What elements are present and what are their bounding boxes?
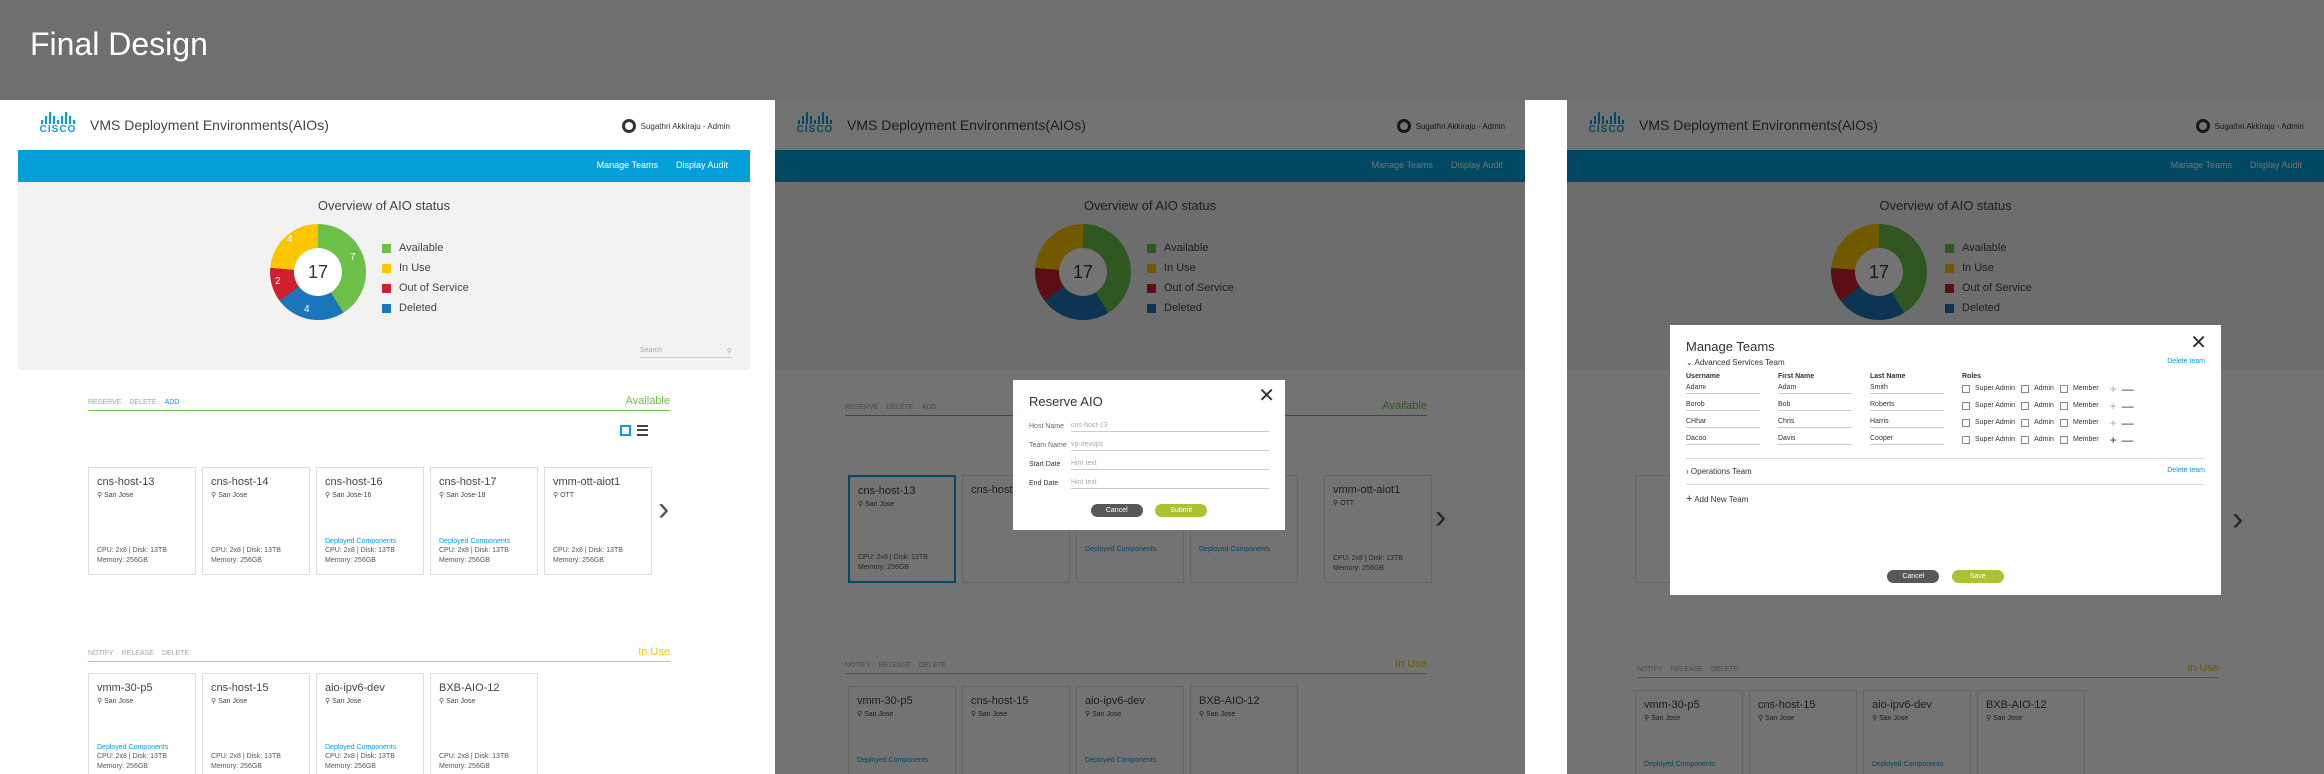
aio-card[interactable]: BXB-AIO-12 ⚲ San Jose CPU: 2x8 | Disk: 13T…	[430, 673, 538, 774]
search-icon[interactable]: ⚲	[727, 347, 732, 355]
aio-overview: Overview of AIO status 7 4 2 4 17 Availa…	[18, 182, 750, 370]
legend-deleted: Deleted	[382, 298, 469, 318]
role-member-checkbox[interactable]: Member	[2059, 401, 2099, 410]
grid-view-icon[interactable]	[620, 425, 631, 436]
plus-icon[interactable]: +	[2110, 416, 2117, 430]
add-new-team-button[interactable]: + Add New Team	[1686, 484, 2205, 505]
plus-icon[interactable]: +	[2110, 382, 2117, 396]
aio-card[interactable]: vmm-30-p5 ⚲ San Jose Deployed Components CP…	[88, 673, 196, 774]
tab-delete[interactable]: DELETE	[162, 650, 189, 657]
plus-icon[interactable]: +	[2110, 433, 2117, 447]
slice-in-use-count: 4	[287, 234, 293, 245]
role-admin-checkbox[interactable]: Admin	[2021, 401, 2054, 410]
in-use-section-header: NOTIFY RELEASE DELETE In Use	[88, 646, 670, 662]
nav-bar: Manage Teams Display Audit	[18, 150, 750, 182]
available-status-label: Available	[625, 395, 670, 407]
role-admin-checkbox[interactable]: Admin	[2021, 418, 2054, 427]
delete-team-link[interactable]: Delete team	[2167, 467, 2205, 476]
total-count: 17	[294, 248, 342, 296]
in-use-status-label: In Use	[638, 646, 670, 658]
role-super-admin-checkbox[interactable]: Super Admin	[1962, 384, 2015, 393]
aio-card[interactable]: cns-host-14 ⚲ San Jose CPU: 2x8 | Disk: 13…	[202, 467, 310, 575]
role-super-admin-checkbox[interactable]: Super Admin	[1962, 418, 2015, 427]
tab-add[interactable]: ADD	[165, 399, 180, 406]
close-icon[interactable]: ✕	[2190, 333, 2207, 353]
aio-card[interactable]: cns-host-13 ⚲ San Jose CPU: 2x8 | Disk: 13…	[88, 467, 196, 575]
tab-reserve[interactable]: RESERVE	[88, 399, 121, 406]
avatar	[621, 119, 636, 133]
table-row: Dacoo Davis Cooper Super Admin Admin Member +…	[1686, 432, 2134, 447]
chart-legend: Available In Use Out of Service Deleted	[382, 238, 469, 318]
view-toggle	[620, 425, 648, 436]
minus-icon[interactable]: —	[2122, 433, 2134, 447]
dialog-title: Reserve AIO	[1029, 394, 1103, 409]
aio-card[interactable]: cns-host-16 ⚲ San Jose-16 Deployed Compone…	[316, 467, 424, 575]
aio-card[interactable]: cns-host-15 ⚲ San Jose CPU: 2x8 | Disk: 13…	[202, 673, 310, 774]
role-super-admin-checkbox[interactable]: Super Admin	[1962, 401, 2015, 410]
legend-available: Available	[382, 238, 469, 258]
tab-release[interactable]: RELEASE	[122, 650, 154, 657]
dialog-title: Manage Teams	[1686, 339, 1775, 354]
submit-button[interactable]: Submit	[1155, 504, 1208, 517]
aio-card[interactable]: vmm-ott-aiot1⚲ OTTCPU: 2x8 | Disk: 13TBM…	[544, 467, 652, 575]
minus-icon[interactable]: —	[2122, 382, 2134, 396]
list-view-icon[interactable]	[637, 425, 648, 436]
search-input[interactable]: Search ⚲	[640, 347, 732, 358]
start-date-field[interactable]: Start Date Hint text	[1029, 455, 1269, 474]
chevron-right-icon: ›	[1686, 467, 1689, 476]
minus-icon[interactable]: —	[2122, 399, 2134, 413]
save-button[interactable]: Save	[1951, 570, 2004, 583]
role-member-checkbox[interactable]: Member	[2059, 435, 2099, 444]
nav-display-audit[interactable]: Display Audit	[676, 160, 728, 170]
user-menu[interactable]: Sugathri Akkiraju - Admin	[621, 119, 730, 133]
host-name-field[interactable]: Host Name cns-host-13	[1029, 417, 1269, 436]
close-icon[interactable]: ✕	[1258, 386, 1275, 406]
legend-in-use: In Use	[382, 258, 469, 278]
chevron-right-icon[interactable]: ›	[658, 490, 669, 529]
tab-notify[interactable]: NOTIFY	[88, 650, 114, 657]
status-donut-chart: 7 4 2 4 17	[270, 224, 366, 320]
role-super-admin-checkbox[interactable]: Super Admin	[1962, 435, 2015, 444]
app-title: VMS Deployment Environments(AIOs)	[90, 117, 329, 133]
overview-title: Overview of AIO status	[317, 198, 451, 213]
end-date-field[interactable]: End Date Hint text	[1029, 474, 1269, 493]
team-expander[interactable]: ⌄ Advanced Services Team	[1686, 358, 1785, 367]
role-member-checkbox[interactable]: Member	[2059, 418, 2099, 427]
team-expander[interactable]: › Operations Team	[1686, 467, 1752, 476]
slice-available-count: 7	[350, 252, 356, 263]
slice-out-of-service-count: 2	[275, 276, 281, 287]
cisco-logo: CISCO	[38, 112, 78, 138]
aio-card[interactable]: aio-ipv6-dev⚲ San JoseDeployed Component…	[316, 673, 424, 774]
panel-manage-teams: CISCO VMS Deployment Environments(AIOs) …	[1567, 100, 2324, 774]
slice-deleted-count: 4	[304, 304, 310, 315]
role-member-checkbox[interactable]: Member	[2059, 384, 2099, 393]
reserve-aio-dialog: Reserve AIO ✕ Host Name cns-host-13 Team …	[1013, 380, 1285, 530]
role-admin-checkbox[interactable]: Admin	[2021, 435, 2054, 444]
team-name-field[interactable]: Team Name vp-devops	[1029, 436, 1269, 455]
plus-icon[interactable]: +	[2110, 399, 2117, 413]
panel-overview: CISCO VMS Deployment Environments(AIOs) …	[18, 100, 750, 774]
role-admin-checkbox[interactable]: Admin	[2021, 384, 2054, 393]
nav-manage-teams[interactable]: Manage Teams	[597, 160, 658, 170]
plus-icon: +	[1686, 493, 1693, 505]
team-members-header: Username First Name Last Name Roles	[1686, 373, 1982, 380]
app-header: CISCO VMS Deployment Environments(AIOs) …	[18, 100, 750, 150]
table-row: Borob Bob Roberts Super Admin Admin Member + —	[1686, 398, 2134, 413]
cancel-button[interactable]: Cancel	[1090, 504, 1143, 517]
available-section-header: RESERVE DELETE ADD Available	[88, 395, 670, 411]
cancel-button[interactable]: Cancel	[1887, 570, 1940, 583]
page-title: Final Design	[30, 26, 208, 62]
table-row: Adami Adam Smith Super Admin Admin Member + —	[1686, 381, 2134, 396]
aio-card[interactable]: cns-host-17 ⚲ San Jose-18 Deployed Compone…	[430, 467, 538, 575]
title-bar: Final Design	[0, 0, 2324, 100]
table-row: CHhar Chris Harris Super Admin Admin Member +…	[1686, 415, 2134, 430]
chevron-down-icon: ⌄	[1686, 358, 1693, 367]
legend-out-of-service: Out of Service	[382, 278, 469, 298]
manage-teams-dialog: Manage Teams ✕ ⌄ Advanced Services Team …	[1670, 325, 2221, 595]
delete-team-link[interactable]: Delete team	[2167, 358, 2205, 367]
minus-icon[interactable]: —	[2122, 416, 2134, 430]
tab-delete[interactable]: DELETE	[129, 399, 156, 406]
panel-reserve: CISCO VMS Deployment Environments(AIOs) …	[775, 100, 1525, 774]
